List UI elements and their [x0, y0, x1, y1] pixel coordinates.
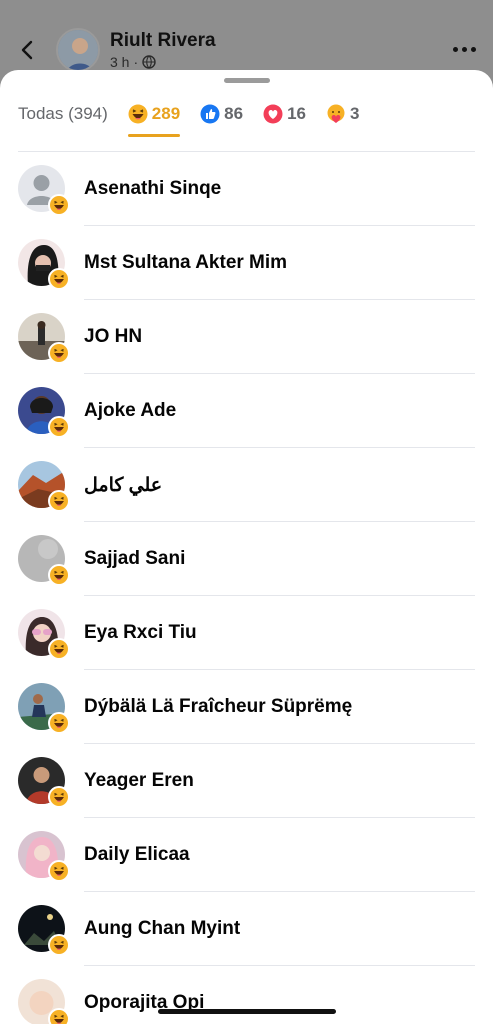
list-item[interactable]: Yeager Eren	[0, 744, 493, 818]
tab-care-count: 3	[350, 104, 360, 123]
tab-like-count: 86	[224, 104, 244, 123]
list-item[interactable]: Ajoke Ade	[0, 374, 493, 448]
haha-reaction-icon	[48, 564, 70, 586]
haha-reaction-icon	[48, 342, 70, 364]
person-name[interactable]: Ajoke Ade	[84, 400, 176, 422]
haha-reaction-icon	[48, 638, 70, 660]
list-item[interactable]: Aung Chan Myint	[0, 892, 493, 966]
reactions-sheet: Todas (394) 289 86 16 3 Asenathi Sinqe M…	[0, 70, 493, 1024]
tab-all[interactable]: Todas (394)	[18, 92, 108, 136]
like-reaction-icon	[200, 104, 220, 124]
post-header: Riult Rivera 3 h ·	[0, 0, 493, 80]
list-item[interactable]: Mst Sultana Akter Mim	[0, 226, 493, 300]
reactors-list: Asenathi Sinqe Mst Sultana Akter Mim JO HN…	[0, 136, 493, 1024]
list-item[interactable]: Sajjad Sani	[0, 522, 493, 596]
post-meta: 3 h ·	[110, 54, 156, 70]
haha-reaction-icon	[48, 490, 70, 512]
haha-reaction-icon	[48, 194, 70, 216]
globe-icon	[142, 55, 156, 69]
list-item[interactable]: Eya Rxci Tiu	[0, 596, 493, 670]
list-item[interactable]: Daily Elicaa	[0, 818, 493, 892]
list-item[interactable]: علي كامل	[0, 448, 493, 522]
haha-reaction-icon	[48, 860, 70, 882]
author-avatar[interactable]	[56, 28, 100, 72]
more-options-button[interactable]	[453, 42, 477, 56]
person-name[interactable]: JO HN	[84, 326, 142, 348]
haha-reaction-icon	[48, 416, 70, 438]
tab-all-label: Todas (394)	[18, 104, 108, 123]
person-name[interactable]: Aung Chan Myint	[84, 918, 240, 940]
reaction-tabs: Todas (394) 289 86 16 3	[0, 92, 493, 137]
list-item[interactable]: JO HN	[0, 300, 493, 374]
tab-like[interactable]: 86	[200, 92, 243, 136]
back-button[interactable]	[14, 36, 42, 64]
tab-love[interactable]: 16	[263, 92, 306, 136]
post-time: 3 h	[110, 54, 130, 70]
chevron-left-icon	[21, 40, 33, 60]
list-item-partial	[18, 136, 475, 152]
haha-reaction-icon	[48, 934, 70, 956]
list-item[interactable]: Asenathi Sinqe	[0, 152, 493, 226]
haha-reaction-icon	[48, 786, 70, 808]
haha-reaction-icon	[48, 1008, 70, 1024]
care-reaction-icon	[327, 104, 345, 123]
person-name[interactable]: Sajjad Sani	[84, 548, 185, 570]
person-name[interactable]: Mst Sultana Akter Mim	[84, 252, 287, 274]
person-name[interactable]: Dýbälä Lä Fraîcheur Süprëmę	[84, 696, 352, 718]
home-indicator[interactable]	[158, 1009, 336, 1014]
tab-haha[interactable]: 289	[127, 92, 181, 137]
tab-haha-count: 289	[151, 104, 181, 123]
person-name[interactable]: Eya Rxci Tiu	[84, 622, 197, 644]
love-reaction-icon	[263, 104, 283, 124]
author-name[interactable]: Riult Rivera	[110, 30, 216, 52]
person-name[interactable]: علي كامل	[84, 474, 162, 497]
tab-care[interactable]: 3	[326, 92, 359, 136]
haha-reaction-icon	[128, 104, 148, 124]
person-name[interactable]: Yeager Eren	[84, 770, 194, 792]
haha-reaction-icon	[48, 712, 70, 734]
person-name[interactable]: Daily Elicaa	[84, 844, 190, 866]
person-name[interactable]: Asenathi Sinqe	[84, 178, 221, 200]
haha-reaction-icon	[48, 268, 70, 290]
list-item[interactable]: Dýbälä Lä Fraîcheur Süprëmę	[0, 670, 493, 744]
list-item[interactable]: Oporajita Opi	[0, 966, 493, 1024]
sheet-grabber[interactable]	[224, 78, 270, 83]
more-horizontal-icon	[453, 46, 458, 52]
tab-love-count: 16	[287, 104, 306, 123]
